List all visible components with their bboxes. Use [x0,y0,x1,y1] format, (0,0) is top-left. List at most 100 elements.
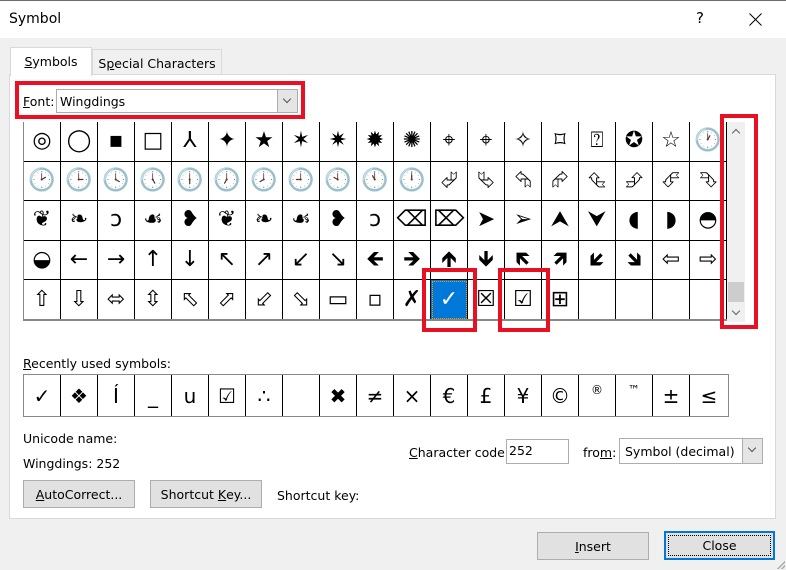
symbol-cell[interactable]: ↙ [283,240,320,280]
symbol-cell[interactable]: ⌫ [394,201,431,240]
recent-symbol-cell[interactable]: ™ [616,375,653,416]
symbol-cell[interactable]: ✓ [431,280,468,319]
from-dropdown[interactable]: Symbol (decimal) [619,438,763,464]
symbol-cell[interactable]: ⇨ [690,240,727,280]
symbol-cell[interactable]: ↄ [98,201,135,240]
close-button[interactable]: Close [664,531,775,560]
symbol-cell[interactable] [616,280,653,319]
symbol-cell[interactable]: ← [61,240,98,280]
symbol-cell[interactable]: ☆ [653,122,690,161]
symbol-cell[interactable]: ⬁ [172,280,209,319]
symbol-cell[interactable]: ✶ [283,122,320,161]
scroll-down-icon[interactable] [727,304,745,322]
close-x-icon[interactable] [744,8,768,32]
symbol-cell[interactable]: ❥ [172,201,209,240]
symbol-cell[interactable]: ◎ [24,122,61,161]
tab-symbols[interactable]: Symbols [10,47,92,76]
symbol-cell[interactable]: □ [135,122,172,161]
symbol-cell[interactable]: ⮳ [542,161,579,201]
symbol-cell[interactable] [653,280,690,319]
help-button[interactable]: ? [690,9,710,31]
symbol-cell[interactable]: ★ [246,122,283,161]
symbol-cell[interactable]: ✧ [505,122,542,161]
symbol-cell[interactable]: ⮲ [505,161,542,201]
symbol-cell[interactable]: 🡸 [357,240,394,280]
symbol-cell[interactable]: ◗ [653,201,690,240]
insert-button[interactable]: Insert [537,532,649,560]
character-code-input[interactable]: 252 [506,439,569,464]
symbol-cell[interactable] [579,280,616,319]
symbol-cell[interactable]: ❧ [61,201,98,240]
symbol-cell[interactable]: 🕗 [246,161,283,201]
symbol-cell[interactable]: 🕒 [61,161,98,201]
symbol-cell[interactable]: → [98,240,135,280]
symbol-cell[interactable]: ⮷ [690,161,727,201]
symbol-cell[interactable]: ⮴ [579,161,616,201]
symbol-cell[interactable]: ◒ [24,240,61,280]
scroll-up-icon[interactable] [727,122,745,140]
symbol-cell[interactable]: ✹ [357,122,394,161]
symbol-cell[interactable]: ⇦ [653,240,690,280]
symbol-cell[interactable]: 🕚 [357,161,394,201]
symbol-cell[interactable]: ⬂ [283,280,320,319]
symbol-cell[interactable]: ▭ [320,280,357,319]
symbol-cell[interactable]: ❧ [246,201,283,240]
symbol-cell[interactable]: ⮰ [431,161,468,201]
shortcut-key-button[interactable]: Shortcut Key... [150,480,262,508]
symbol-cell[interactable]: ⮶ [653,161,690,201]
symbol-cell[interactable]: ▫ [357,280,394,319]
recent-symbol-cell[interactable]: ☑ [209,375,246,416]
recent-symbol-cell[interactable] [283,375,320,416]
recent-symbol-cell[interactable]: ± [653,375,690,416]
symbol-cell[interactable]: 🕓 [98,161,135,201]
symbol-cell[interactable]: 🡾 [616,240,653,280]
grid-scrollbar[interactable] [727,122,745,322]
symbol-cell[interactable]: ✪ [616,122,653,161]
recent-symbol-cell[interactable]: × [394,375,431,416]
symbol-cell[interactable]: ⇩ [61,280,98,319]
symbol-cell[interactable]: ⬃ [246,280,283,319]
chevron-down-icon[interactable] [742,439,762,463]
symbol-cell[interactable]: ↑ [135,240,172,280]
symbol-cell[interactable]: ⌑ [542,122,579,161]
symbol-cell[interactable]: ⮱ [468,161,505,201]
autocorrect-button[interactable]: AutoCorrect... [23,480,135,508]
symbol-cell[interactable]: ↖ [209,240,246,280]
recent-symbol-cell[interactable]: Í [98,375,135,416]
font-dropdown[interactable]: Wingdings [56,89,298,113]
symbol-cell[interactable]: 🕕 [172,161,209,201]
symbol-cell[interactable]: ☙ [283,201,320,240]
symbol-cell[interactable]: ✺ [394,122,431,161]
symbol-cell[interactable]: 🕛 [394,161,431,201]
symbol-cell[interactable]: ⮵ [616,161,653,201]
recent-symbol-cell[interactable]: ❖ [61,375,98,416]
symbol-cell[interactable]: ▪ [98,122,135,161]
resize-grip[interactable] [775,559,785,569]
recent-symbol-cell[interactable]: u [172,375,209,416]
recent-symbol-cell[interactable]: _ [135,375,172,416]
symbol-cell[interactable]: 🡻 [468,240,505,280]
symbol-cell[interactable]: ✗ [394,280,431,319]
symbol-cell[interactable]: ⬀ [209,280,246,319]
symbol-cell[interactable]: ↗ [246,240,283,280]
symbol-cell[interactable]: ⬄ [98,280,135,319]
symbol-cell[interactable]: 🕔 [135,161,172,201]
symbol-cell[interactable]: ⌖ [468,122,505,161]
symbol-cell[interactable]: ◓ [690,201,727,240]
symbol-cell[interactable]: ⇳ [135,280,172,319]
symbol-cell[interactable]: 🡹 [431,240,468,280]
symbol-cell[interactable]: ☒ [468,280,505,319]
symbol-cell[interactable]: ↓ [172,240,209,280]
symbol-cell[interactable]: ⇧ [24,280,61,319]
symbol-cell[interactable]: ❦ [24,201,61,240]
symbol-cell[interactable]: 🕑 [24,161,61,201]
symbol-cell[interactable]: ⍰ [579,122,616,161]
recent-symbol-cell[interactable]: ∴ [246,375,283,416]
symbol-cell[interactable]: ☑ [505,280,542,319]
recent-symbol-cell[interactable]: © [542,375,579,416]
recent-symbol-cell[interactable]: ✖ [320,375,357,416]
symbol-cell[interactable]: 🕙 [320,161,357,201]
symbol-cell[interactable]: 🡼 [505,240,542,280]
recent-symbol-cell[interactable]: ® [579,375,616,416]
symbol-cell[interactable]: 🕖 [209,161,246,201]
